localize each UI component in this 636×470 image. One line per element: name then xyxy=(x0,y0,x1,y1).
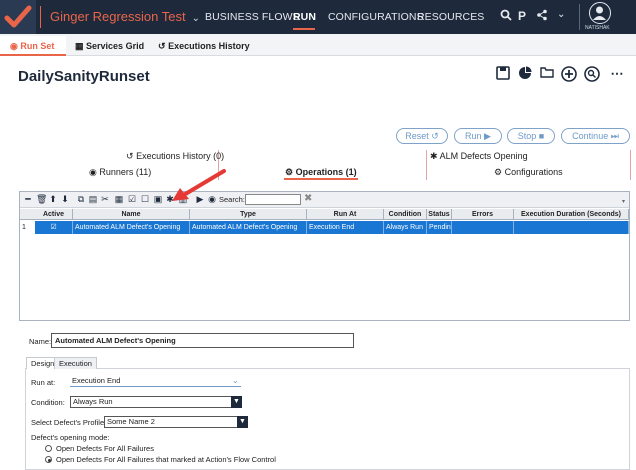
parking-icon[interactable]: P xyxy=(518,9,526,23)
column-header-run-at[interactable]: Run At xyxy=(307,209,384,220)
tab-executions-history-runner[interactable]: ↺ Executions History (0) xyxy=(126,151,224,162)
bug-icon: ✱ xyxy=(430,151,438,161)
folder-open-icon[interactable] xyxy=(539,66,555,82)
tab-divider xyxy=(426,150,427,180)
tab-alm-defects-opening[interactable]: ✱ ALM Defects Opening xyxy=(430,151,528,162)
share-icon[interactable] xyxy=(536,9,548,24)
tab-execution[interactable]: Execution xyxy=(54,357,97,369)
cell-duration xyxy=(514,221,629,234)
pie-chart-icon[interactable] xyxy=(517,66,533,82)
defect-profile-select[interactable]: Some Name 2 xyxy=(104,416,238,428)
column-header-name[interactable]: Name xyxy=(73,209,190,220)
chevron-down-icon[interactable]: ⌄ xyxy=(557,9,565,20)
paste-icon[interactable]: ▤ xyxy=(88,194,98,205)
column-header-active[interactable]: Active xyxy=(35,209,73,220)
mode-option-2-radio[interactable] xyxy=(45,456,52,463)
chevron-down-icon[interactable]: ▼ xyxy=(237,416,248,428)
add-circle-icon[interactable] xyxy=(561,66,577,82)
stop-button[interactable]: Stop ■ xyxy=(507,128,555,144)
play-circle-icon: ◉ xyxy=(10,41,18,51)
chevron-down-icon[interactable]: ▼ xyxy=(231,396,242,408)
gear-icon: ⚙ xyxy=(494,167,503,177)
chevron-down-icon[interactable]: ⌄ xyxy=(232,376,239,385)
tab-divider xyxy=(630,150,631,180)
tab-runners[interactable]: ◉ Runners (11) xyxy=(89,167,151,178)
tab-run-set-label[interactable]: ◉ Run Set xyxy=(10,41,54,52)
grid-search-input[interactable] xyxy=(245,194,301,205)
stop-icon: ■ xyxy=(538,131,545,141)
cell-status: Pendin xyxy=(427,221,452,234)
grid-toolbar xyxy=(20,192,629,208)
tab-operations[interactable]: ⚙ Operations (1) xyxy=(285,167,357,178)
fast-forward-icon: ⏭ xyxy=(610,131,619,141)
cell-errors xyxy=(452,221,514,234)
logo-divider xyxy=(40,6,41,28)
mode-option-1-label[interactable]: Open Defects For All Failures xyxy=(56,444,154,453)
mode-option-1-radio[interactable] xyxy=(45,445,52,452)
user-avatar[interactable] xyxy=(589,2,611,24)
opening-mode-label: Defect's opening mode: xyxy=(31,433,110,442)
chevron-down-icon: ⌄ xyxy=(191,13,200,24)
unselect-icon[interactable]: ☐ xyxy=(140,194,150,205)
solution-title[interactable]: Ginger Regression Test ⌄ xyxy=(50,9,200,24)
column-header-duration[interactable]: Execution Duration (Seconds) xyxy=(514,209,629,220)
search-circle-icon[interactable] xyxy=(584,66,600,82)
tab-services-grid[interactable]: ▦ Services Grid xyxy=(75,41,144,52)
cell-condition: Always Run xyxy=(384,221,427,234)
mode-option-2-label[interactable]: Open Defects For All Failures that marke… xyxy=(56,455,276,464)
more-options-icon[interactable]: ⋯ xyxy=(609,66,625,82)
defect-profile-label: Select Defect's Profile: xyxy=(31,418,107,427)
continue-button[interactable]: Continue ⏭ xyxy=(561,128,630,144)
tab-executions-history[interactable]: ↺ Executions History xyxy=(158,41,250,52)
remove-icon[interactable]: ━ xyxy=(23,194,33,205)
column-header-errors[interactable]: Errors xyxy=(452,209,514,220)
name-field[interactable]: Automated ALM Defect's Opening xyxy=(51,333,354,348)
history-icon: ↺ xyxy=(158,41,166,51)
play-circle-icon: ◉ xyxy=(89,167,97,177)
run-button[interactable]: Run ▶ xyxy=(454,128,502,144)
name-label: Name: xyxy=(29,337,52,346)
tab-configurations[interactable]: ⚙ Configurations xyxy=(494,167,563,178)
column-header-status[interactable]: Status xyxy=(427,209,452,220)
page-title: DailySanityRunset xyxy=(18,68,150,85)
move-down-icon[interactable]: ⬇ xyxy=(60,194,70,205)
condition-select[interactable]: Always Run xyxy=(70,396,232,408)
delete-icon[interactable]: 🗑 xyxy=(36,194,47,205)
nav-run[interactable]: RUN xyxy=(293,11,316,23)
clear-search-icon[interactable]: ✖ xyxy=(304,193,312,204)
undo-icon: ↺ xyxy=(431,131,439,141)
play-icon: ▶ xyxy=(484,131,491,141)
search-icon[interactable] xyxy=(500,9,512,24)
nav-active-indicator xyxy=(293,28,315,30)
user-name: NATISHAK xyxy=(585,25,610,31)
condition-label: Condition: xyxy=(31,398,65,407)
user-divider xyxy=(579,4,580,30)
grid-menu-icon[interactable]: ▾ xyxy=(622,198,625,205)
grid-icon: ▦ xyxy=(75,41,84,51)
copy-icon[interactable]: ⧉ xyxy=(76,194,86,205)
cell-type: Automated ALM Defect's Opening xyxy=(190,221,307,234)
reset-button[interactable]: Reset ↺ xyxy=(396,128,448,144)
history-icon: ↺ xyxy=(126,151,134,161)
active-checkbox[interactable]: ☑ xyxy=(35,221,73,234)
tab-active-indicator xyxy=(284,178,358,180)
nav-resources[interactable]: RESOURCES xyxy=(417,11,484,23)
gears-icon: ⚙ xyxy=(285,167,294,177)
save-icon[interactable] xyxy=(495,66,511,82)
cell-name: Automated ALM Defect's Opening xyxy=(73,221,190,234)
move-up-icon[interactable]: ⬆ xyxy=(48,194,58,205)
column-header-type[interactable]: Type xyxy=(190,209,307,220)
nav-business-flows[interactable]: BUSINESS FLOWS xyxy=(205,11,300,23)
column-header-condition[interactable]: Condition xyxy=(384,209,427,220)
run-at-label: Run at: xyxy=(31,378,56,387)
nav-configurations[interactable]: CONFIGURATIONS xyxy=(328,11,424,23)
cut-icon[interactable]: ✂ xyxy=(100,194,110,205)
row-number: 1 xyxy=(22,224,26,231)
annotation-arrow xyxy=(172,169,226,201)
ginger-logo[interactable] xyxy=(0,0,36,34)
run-at-select[interactable]: Execution End xyxy=(70,376,241,387)
grid-settings-icon[interactable]: ▦ xyxy=(114,194,124,205)
select-all-icon[interactable]: ☑ xyxy=(127,194,137,205)
cell-run-at: Execution End xyxy=(307,221,384,234)
